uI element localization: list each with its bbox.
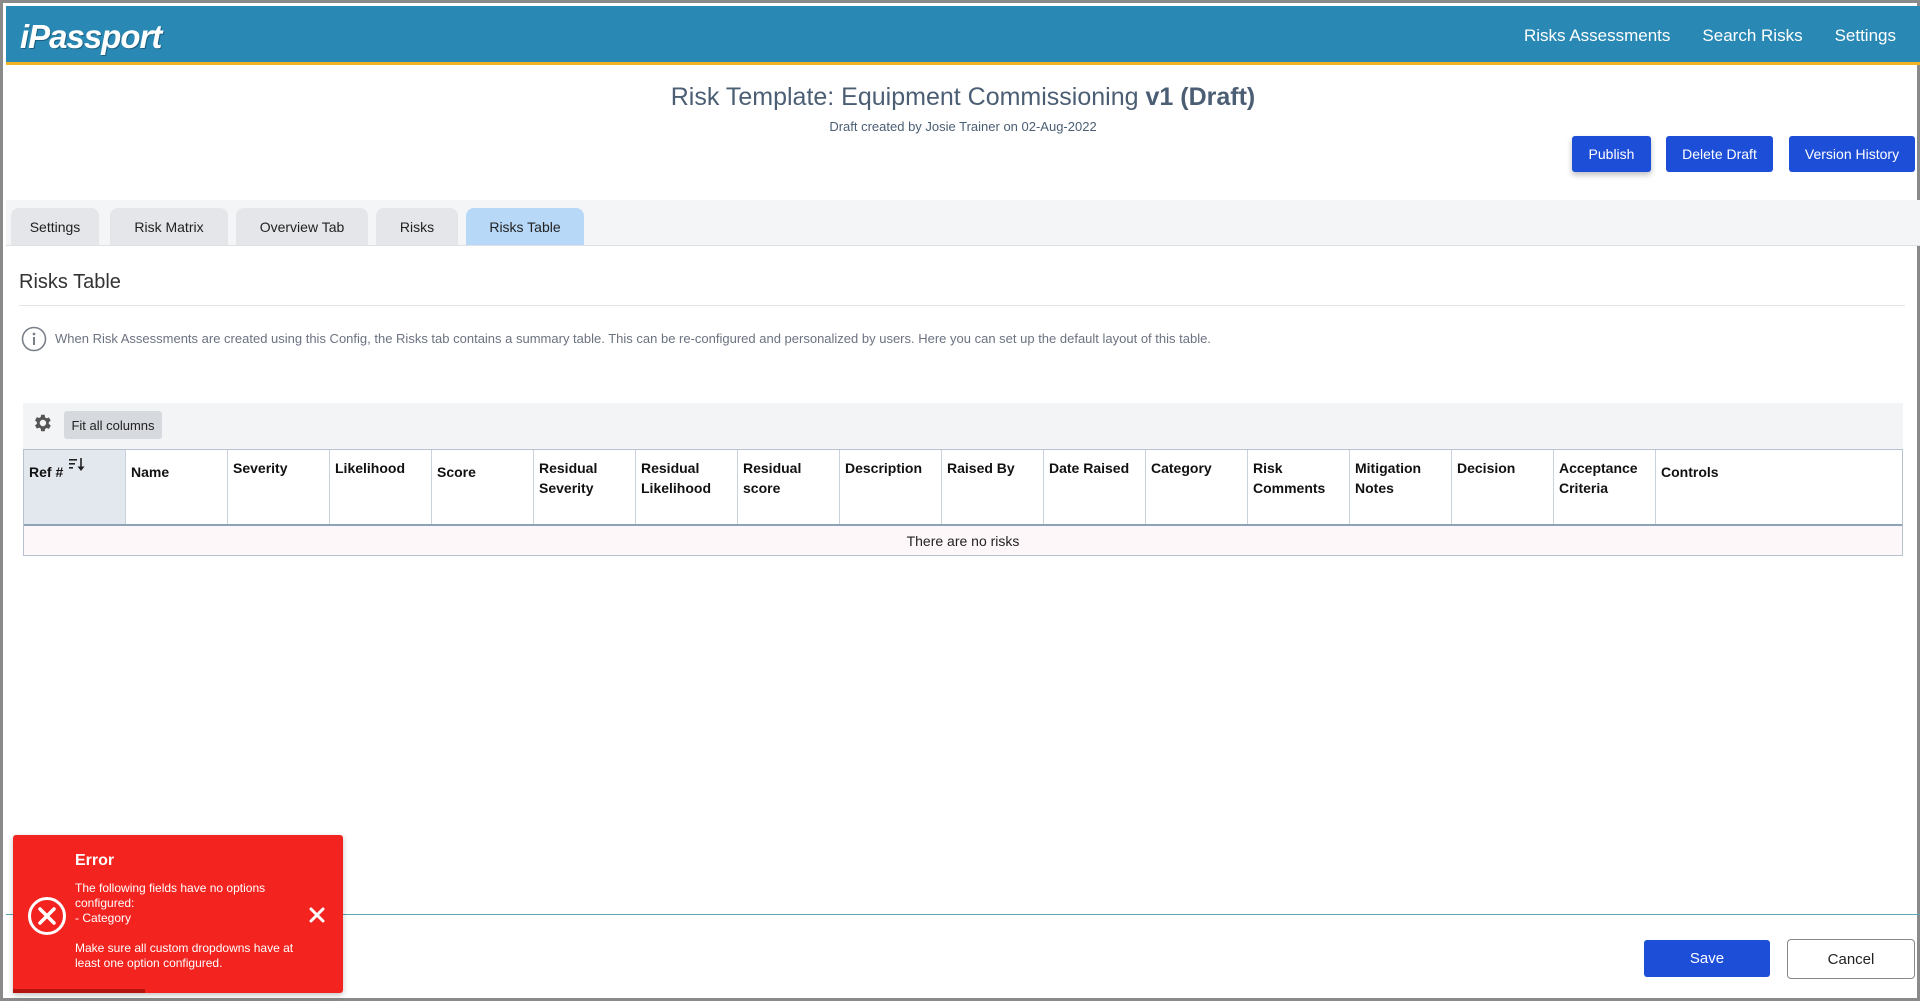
section-divider: [19, 305, 1905, 306]
column-header-name[interactable]: Name: [126, 450, 228, 524]
page-title-version: v1 (Draft): [1145, 83, 1256, 111]
column-header-severity[interactable]: Severity: [228, 450, 330, 524]
nav-settings[interactable]: Settings: [1835, 26, 1896, 46]
column-header-risk-comments[interactable]: Risk Comments: [1248, 450, 1350, 524]
column-header-date-raised[interactable]: Date Raised: [1044, 450, 1146, 524]
column-header-residual-severity[interactable]: Residual Severity: [534, 450, 636, 524]
info-text: When Risk Assessments are created using …: [55, 331, 1211, 346]
column-header-raised-by[interactable]: Raised By: [942, 450, 1044, 524]
grid-toolbar: [23, 403, 1903, 449]
delete-draft-button[interactable]: Delete Draft: [1666, 136, 1773, 172]
tab-risk-matrix[interactable]: Risk Matrix: [110, 208, 228, 245]
column-header-controls[interactable]: Controls: [1656, 450, 1902, 524]
section-title: Risks Table: [19, 271, 121, 293]
column-header-mitigation-notes[interactable]: Mitigation Notes: [1350, 450, 1452, 524]
top-navbar: iPassport Risks Assessments Search Risks…: [6, 6, 1920, 65]
tab-risks[interactable]: Risks: [376, 208, 458, 245]
gear-icon[interactable]: [31, 412, 53, 434]
risks-grid: Ref # Name Severity Likelihood Score Res…: [23, 449, 1903, 556]
error-circle-icon: [28, 897, 66, 935]
column-header-residual-likelihood[interactable]: Residual Likelihood: [636, 450, 738, 524]
close-icon[interactable]: [305, 903, 329, 927]
column-header-decision[interactable]: Decision: [1452, 450, 1554, 524]
page-title-text: Risk Template: Equipment Commissioning: [670, 83, 1139, 111]
column-header-category[interactable]: Category: [1146, 450, 1248, 524]
column-header-score[interactable]: Score: [432, 450, 534, 524]
fit-all-columns-button[interactable]: Fit all columns: [64, 411, 162, 439]
toast-message: The following fields have no options con…: [75, 881, 294, 970]
save-button[interactable]: Save: [1644, 940, 1770, 977]
error-toast: Error The following fields have no optio…: [13, 835, 343, 993]
app-window: iPassport Risks Assessments Search Risks…: [0, 0, 1920, 1001]
nav-risks-assessments[interactable]: Risks Assessments: [1524, 26, 1670, 46]
tab-overview[interactable]: Overview Tab: [236, 208, 368, 245]
publish-button[interactable]: Publish: [1572, 136, 1651, 172]
column-header-acceptance-criteria[interactable]: Acceptance Criteria: [1554, 450, 1656, 524]
info-icon: [21, 326, 47, 352]
grid-header: Ref # Name Severity Likelihood Score Res…: [24, 450, 1902, 526]
cancel-button[interactable]: Cancel: [1787, 939, 1915, 979]
tab-settings[interactable]: Settings: [11, 208, 99, 245]
tab-risks-table[interactable]: Risks Table: [466, 208, 584, 245]
draft-info: Draft created by Josie Trainer on 02-Aug…: [829, 119, 1097, 134]
column-header-ref[interactable]: Ref #: [24, 450, 126, 524]
main-nav: Risks Assessments Search Risks Settings: [1524, 26, 1896, 46]
toast-title: Error: [75, 852, 115, 869]
column-header-residual-score[interactable]: Residual score: [738, 450, 840, 524]
column-header-description[interactable]: Description: [840, 450, 942, 524]
app-logo[interactable]: iPassport: [20, 18, 162, 56]
nav-search-risks[interactable]: Search Risks: [1702, 26, 1802, 46]
sort-descending-icon[interactable]: [69, 458, 85, 472]
column-header-likelihood[interactable]: Likelihood: [330, 450, 432, 524]
empty-state-row: There are no risks: [24, 526, 1902, 555]
page-title: Risk Template: Equipment Commissioning v…: [3, 83, 1920, 112]
tab-bar: Settings Risk Matrix Overview Tab Risks …: [6, 200, 1920, 246]
toast-progress-bar: [13, 989, 145, 993]
version-history-button[interactable]: Version History: [1789, 136, 1915, 172]
